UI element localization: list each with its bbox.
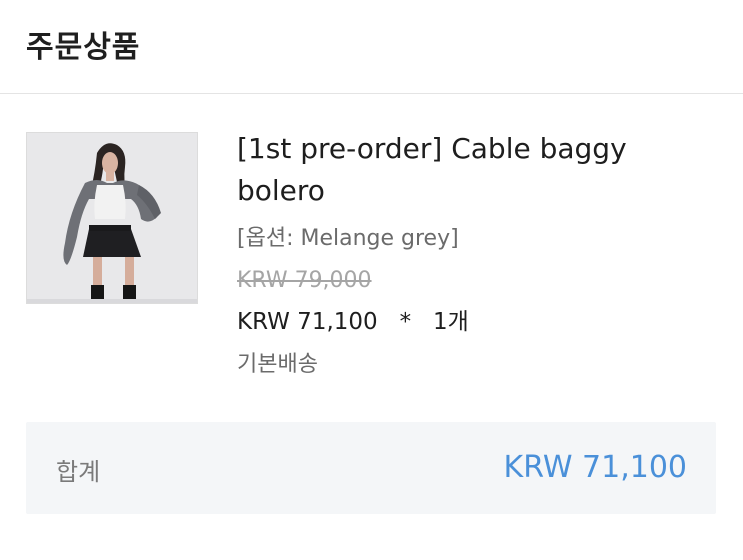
- order-total-box: 합계 KRW 71,100: [26, 422, 716, 514]
- section-title: 주문상품: [26, 30, 141, 65]
- section-header: 주문상품: [0, 0, 743, 94]
- product-image[interactable]: [26, 132, 198, 304]
- order-items-page: 주문상품 [1st pre-order] Cable baggy bolero …: [0, 0, 743, 560]
- product-info: [1st pre-order] Cable baggy bolero [옵션: …: [237, 128, 707, 380]
- shipping-type: 기본배송: [237, 352, 318, 377]
- multiply-sign: *: [399, 309, 412, 335]
- sale-price: KRW 71,100: [237, 309, 378, 335]
- total-label: 합계: [56, 458, 101, 486]
- original-price: KRW 79,000: [237, 268, 372, 293]
- sale-price-line: KRW 71,100 * 1개: [237, 306, 707, 338]
- product-name[interactable]: [1st pre-order] Cable baggy bolero: [237, 128, 707, 212]
- total-value: KRW 71,100: [503, 450, 687, 485]
- product-photo-icon: [27, 133, 197, 303]
- quantity: 1개: [433, 309, 469, 335]
- product-option: [옵션: Melange grey]: [237, 226, 459, 251]
